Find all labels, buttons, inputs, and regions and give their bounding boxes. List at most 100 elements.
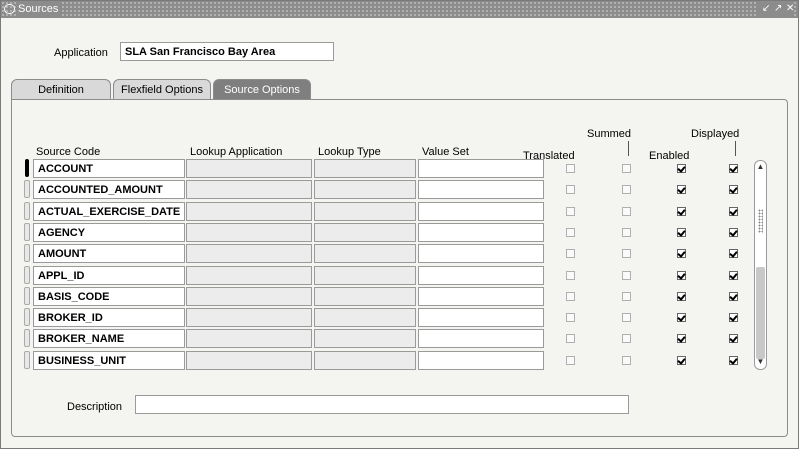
enabled-checkbox[interactable] (677, 313, 686, 322)
value-set-field[interactable] (418, 287, 544, 306)
maximize-icon[interactable]: ↗ (774, 3, 782, 15)
lookup-type-field[interactable] (314, 287, 416, 306)
source-code-field[interactable]: ACCOUNTED_AMOUNT (33, 180, 185, 199)
minimize-icon[interactable]: ↙ (762, 3, 770, 15)
enabled-checkbox[interactable] (677, 334, 686, 343)
summed-checkbox[interactable] (622, 249, 631, 258)
source-code-field[interactable]: BASIS_CODE (33, 287, 185, 306)
enabled-checkbox[interactable] (677, 356, 686, 365)
lookup-application-field[interactable] (186, 223, 312, 242)
enabled-checkbox[interactable] (677, 164, 686, 173)
displayed-checkbox[interactable] (729, 271, 738, 280)
enabled-checkbox[interactable] (677, 271, 686, 280)
summed-checkbox[interactable] (622, 313, 631, 322)
lookup-type-field[interactable] (314, 223, 416, 242)
source-code-field[interactable]: AGENCY (33, 223, 185, 242)
row-indicator[interactable] (25, 159, 29, 177)
translated-checkbox[interactable] (566, 356, 575, 365)
source-code-field[interactable]: ACTUAL_EXERCISE_DATE (33, 202, 185, 221)
summed-checkbox[interactable] (622, 207, 631, 216)
scroll-down-icon[interactable]: ▼ (756, 357, 765, 367)
lookup-type-field[interactable] (314, 159, 416, 178)
scroll-thumb[interactable] (756, 267, 765, 359)
row-indicator[interactable] (24, 266, 30, 284)
value-set-field[interactable] (418, 202, 544, 221)
row-indicator[interactable] (24, 180, 30, 198)
enabled-checkbox[interactable] (677, 207, 686, 216)
displayed-checkbox[interactable] (729, 207, 738, 216)
displayed-checkbox[interactable] (729, 228, 738, 237)
source-code-field[interactable]: BROKER_NAME (33, 329, 185, 348)
source-code-field[interactable]: APPL_ID (33, 266, 185, 285)
lookup-type-field[interactable] (314, 329, 416, 348)
tab-definition[interactable]: Definition (11, 79, 111, 99)
lookup-type-field[interactable] (314, 244, 416, 263)
displayed-checkbox[interactable] (729, 334, 738, 343)
translated-checkbox[interactable] (566, 249, 575, 258)
enabled-checkbox[interactable] (677, 249, 686, 258)
displayed-checkbox[interactable] (729, 356, 738, 365)
translated-checkbox[interactable] (566, 185, 575, 194)
lookup-type-field[interactable] (314, 180, 416, 199)
displayed-checkbox[interactable] (729, 313, 738, 322)
enabled-checkbox[interactable] (677, 185, 686, 194)
application-field[interactable]: SLA San Francisco Bay Area (120, 42, 334, 61)
row-indicator[interactable] (24, 329, 30, 347)
summed-checkbox[interactable] (622, 228, 631, 237)
lookup-application-field[interactable] (186, 351, 312, 370)
lookup-application-field[interactable] (186, 266, 312, 285)
displayed-checkbox[interactable] (729, 292, 738, 301)
lookup-application-field[interactable] (186, 244, 312, 263)
displayed-checkbox[interactable] (729, 185, 738, 194)
value-set-field[interactable] (418, 180, 544, 199)
tab-flexfield-options[interactable]: Flexfield Options (113, 79, 211, 99)
lookup-type-field[interactable] (314, 351, 416, 370)
source-code-field[interactable]: BROKER_ID (33, 308, 185, 327)
summed-checkbox[interactable] (622, 334, 631, 343)
lookup-type-field[interactable] (314, 308, 416, 327)
enabled-checkbox[interactable] (677, 292, 686, 301)
lookup-application-field[interactable] (186, 308, 312, 327)
lookup-application-field[interactable] (186, 159, 312, 178)
source-code-field[interactable]: AMOUNT (33, 244, 185, 263)
translated-checkbox[interactable] (566, 228, 575, 237)
row-indicator[interactable] (24, 287, 30, 305)
translated-checkbox[interactable] (566, 164, 575, 173)
lookup-application-field[interactable] (186, 202, 312, 221)
value-set-field[interactable] (418, 351, 544, 370)
lookup-application-field[interactable] (186, 329, 312, 348)
row-indicator[interactable] (24, 351, 30, 369)
summed-checkbox[interactable] (622, 271, 631, 280)
row-indicator[interactable] (24, 223, 30, 241)
grid-scrollbar[interactable]: ▲ ▼ (754, 160, 767, 370)
description-field[interactable] (135, 395, 629, 414)
lookup-application-field[interactable] (186, 180, 312, 199)
displayed-checkbox[interactable] (729, 249, 738, 258)
row-indicator[interactable] (24, 308, 30, 326)
summed-checkbox[interactable] (622, 164, 631, 173)
summed-checkbox[interactable] (622, 292, 631, 301)
value-set-field[interactable] (418, 308, 544, 327)
value-set-field[interactable] (418, 266, 544, 285)
translated-checkbox[interactable] (566, 313, 575, 322)
summed-checkbox[interactable] (622, 356, 631, 365)
value-set-field[interactable] (418, 159, 544, 178)
translated-checkbox[interactable] (566, 334, 575, 343)
tab-source-options[interactable]: Source Options (213, 79, 311, 99)
translated-checkbox[interactable] (566, 292, 575, 301)
enabled-checkbox[interactable] (677, 228, 686, 237)
window-menu-icon[interactable] (4, 4, 15, 14)
value-set-field[interactable] (418, 244, 544, 263)
source-code-field[interactable]: BUSINESS_UNIT (33, 351, 185, 370)
lookup-application-field[interactable] (186, 287, 312, 306)
value-set-field[interactable] (418, 223, 544, 242)
scroll-up-icon[interactable]: ▲ (756, 162, 765, 172)
lookup-type-field[interactable] (314, 202, 416, 221)
close-icon[interactable]: ✕ (786, 3, 794, 15)
translated-checkbox[interactable] (566, 207, 575, 216)
summed-checkbox[interactable] (622, 185, 631, 194)
title-bar[interactable]: Sources ↙ ↗ ✕ (1, 1, 798, 18)
row-indicator[interactable] (24, 202, 30, 220)
row-indicator[interactable] (24, 244, 30, 262)
translated-checkbox[interactable] (566, 271, 575, 280)
